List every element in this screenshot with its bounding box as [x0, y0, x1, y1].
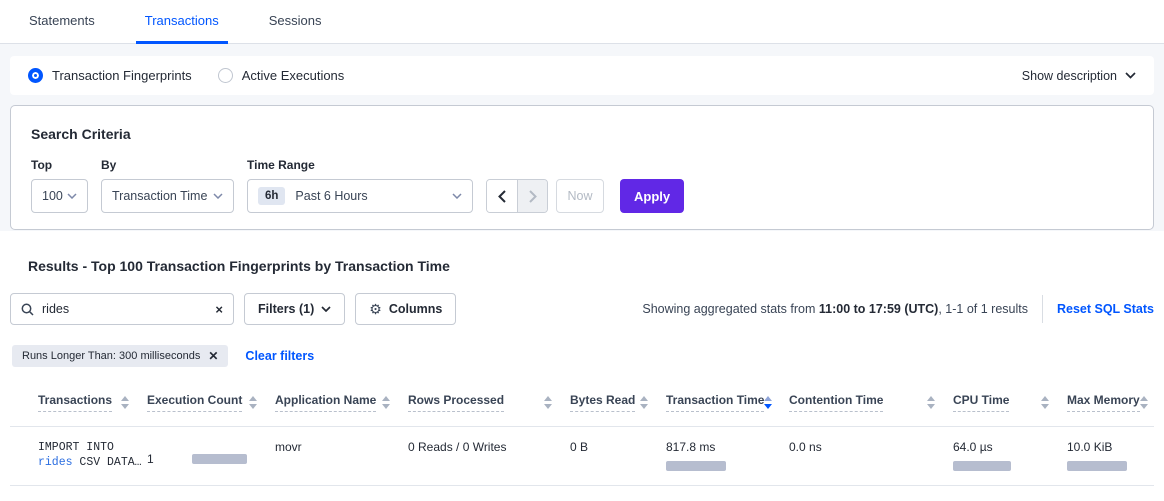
transaction-time-cell: 817.8 ms [666, 440, 789, 471]
previous-time-window-button[interactable] [487, 180, 517, 212]
time-range-select[interactable]: 6h Past 6 Hours [247, 179, 473, 213]
time-range-label: Time Range [247, 158, 473, 172]
column-header-contention-time[interactable]: Contention Time [789, 393, 953, 412]
chevron-down-icon [1125, 72, 1136, 79]
gear-icon: ⚙ [369, 302, 382, 316]
search-criteria-title: Search Criteria [31, 126, 1133, 142]
active-filters-row: Runs Longer Than: 300 milliseconds ✕ Cle… [12, 345, 314, 367]
sort-icon [1041, 396, 1049, 409]
bytes-read-cell: 0 B [570, 440, 666, 471]
columns-button[interactable]: ⚙ Columns [355, 293, 456, 325]
transactions-table: Transactions Execution Count Application… [10, 386, 1154, 486]
top-field: Top 100 [31, 158, 88, 213]
sort-icon [121, 396, 129, 409]
time-range-field: Time Range 6h Past 6 Hours [247, 158, 473, 213]
clear-filters-link[interactable]: Clear filters [245, 349, 314, 363]
column-header-application-name[interactable]: Application Name [275, 393, 408, 412]
cpu-time-bar [953, 461, 1011, 471]
tab-transactions[interactable]: Transactions [136, 0, 228, 44]
chevron-down-icon [452, 193, 462, 199]
transaction-fingerprint-link[interactable]: IMPORT INTO rides CSV DATA… [38, 440, 147, 471]
by-field: By Transaction Time [101, 158, 234, 213]
column-header-transactions[interactable]: Transactions [38, 393, 147, 412]
next-time-window-button[interactable] [517, 180, 547, 212]
radio-transaction-fingerprints[interactable]: Transaction Fingerprints [28, 68, 192, 83]
column-header-max-memory[interactable]: Max Memory [1067, 393, 1164, 412]
max-memory-bar [1067, 461, 1127, 471]
search-input[interactable] [42, 302, 207, 316]
column-header-rows-processed[interactable]: Rows Processed [408, 393, 570, 412]
search-box: × [10, 293, 234, 325]
application-name-cell: movr [275, 440, 408, 471]
radio-unselected-icon [218, 68, 233, 83]
by-label: By [101, 158, 234, 172]
tab-statements[interactable]: Statements [20, 0, 104, 44]
sort-desc-icon [764, 396, 772, 409]
chevron-down-icon [67, 193, 77, 199]
sort-icon [249, 396, 257, 409]
tab-sessions[interactable]: Sessions [260, 0, 331, 44]
chevron-down-icon [321, 306, 331, 312]
chevron-left-icon [498, 190, 506, 203]
sort-icon [544, 396, 552, 409]
stats-time-range: 11:00 to 17:59 (UTC) [819, 302, 938, 316]
show-description-label: Show description [1022, 69, 1117, 83]
column-header-bytes-read[interactable]: Bytes Read [570, 393, 666, 412]
execution-count-cell: 1 [147, 447, 275, 471]
search-icon [21, 303, 34, 316]
top-select[interactable]: 100 [31, 179, 88, 213]
sort-icon [382, 396, 390, 409]
chevron-down-icon [213, 193, 223, 199]
table-header-row: Transactions Execution Count Application… [10, 386, 1154, 427]
filter-chip-label: Runs Longer Than: 300 milliseconds [22, 350, 200, 362]
column-header-transaction-time[interactable]: Transaction Time [666, 393, 789, 412]
time-window-arrows [486, 179, 548, 213]
radio-active-executions[interactable]: Active Executions [218, 68, 345, 83]
by-select[interactable]: Transaction Time [101, 179, 234, 213]
column-header-execution-count[interactable]: Execution Count [147, 393, 275, 412]
filters-button[interactable]: Filters (1) [244, 293, 345, 325]
now-button[interactable]: Now [556, 179, 604, 213]
filters-button-label: Filters (1) [258, 302, 314, 316]
results-heading: Results - Top 100 Transaction Fingerprin… [28, 258, 450, 274]
contention-time-cell: 0.0 ns [789, 440, 953, 471]
filter-chip: Runs Longer Than: 300 milliseconds ✕ [12, 345, 228, 367]
radio-label: Active Executions [242, 68, 345, 83]
toolbar-right: Showing aggregated stats from 11:00 to 1… [642, 295, 1154, 323]
show-description-toggle[interactable]: Show description [1022, 69, 1136, 83]
results-toolbar: × Filters (1) ⚙ Columns Showing aggregat… [10, 293, 1154, 325]
reset-sql-stats-link[interactable]: Reset SQL Stats [1057, 302, 1154, 316]
execution-count-bar [192, 454, 247, 464]
top-select-value: 100 [42, 189, 63, 203]
sql-identifier: rides [38, 456, 73, 469]
aggregated-stats-text: Showing aggregated stats from 11:00 to 1… [642, 302, 1028, 316]
column-header-cpu-time[interactable]: CPU Time [953, 393, 1067, 412]
radio-selected-icon [28, 68, 43, 83]
table-row: IMPORT INTO rides CSV DATA… 1 movr 0 Rea… [10, 427, 1154, 486]
time-range-value: Past 6 Hours [295, 189, 367, 203]
sort-icon [640, 396, 648, 409]
clear-search-icon[interactable]: × [215, 303, 223, 316]
columns-button-label: Columns [389, 302, 442, 316]
apply-button[interactable]: Apply [620, 179, 684, 213]
radio-label: Transaction Fingerprints [52, 68, 192, 83]
top-label: Top [31, 158, 88, 172]
transaction-time-bar [666, 461, 726, 471]
sort-icon [927, 396, 935, 409]
chevron-right-icon [529, 190, 537, 203]
search-criteria-card: Search Criteria Top 100 By Transaction T… [10, 105, 1154, 230]
time-range-badge: 6h [258, 187, 285, 205]
sql-activity-tabbar: Statements Transactions Sessions [0, 0, 1164, 44]
vertical-divider [1042, 295, 1043, 323]
view-toggle-card: Transaction Fingerprints Active Executio… [10, 56, 1154, 95]
max-memory-cell: 10.0 KiB [1067, 440, 1154, 471]
by-select-value: Transaction Time [112, 189, 207, 203]
sort-icon [1140, 396, 1148, 409]
remove-filter-icon[interactable]: ✕ [208, 350, 218, 362]
cpu-time-cell: 64.0 µs [953, 440, 1067, 471]
rows-processed-cell: 0 Reads / 0 Writes [408, 440, 570, 471]
